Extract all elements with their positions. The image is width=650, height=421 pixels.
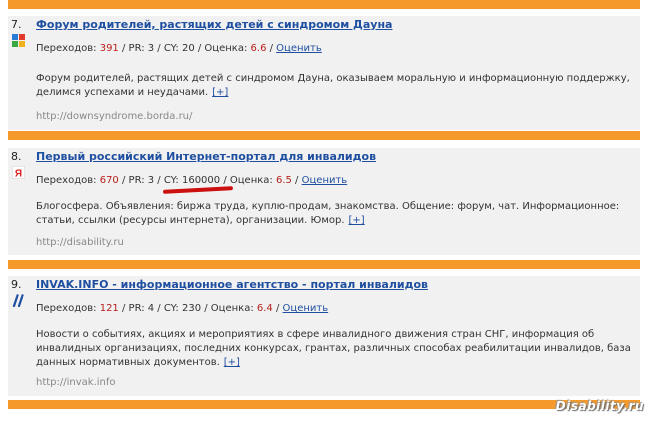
item-meta: Переходов: 670 / PR: 3 / CY: 160000 / Оц… [36,175,348,186]
site-watermark: Disability.ru [555,399,644,413]
description-text: Новости о событиях, акциях и мероприятия… [36,329,631,368]
visits-count: 121 [99,303,119,314]
yandex-icon: Я [11,165,26,180]
rate-link[interactable]: Оценить [283,303,329,314]
visits-label: Переходов: [36,175,97,186]
pr-cy-text: / PR: 4 / CY: 230 / Оценка: [121,303,254,314]
rating-value: 6.5 [275,175,292,186]
visits-count: 391 [99,43,119,54]
colorful-grid-icon [12,34,25,47]
description-text: Блогосфера. Объявления: биржа труда, куп… [36,201,620,226]
separator-bar [8,400,640,409]
pr-cy-text: / PR: 3 / CY: 160000 / Оценка: [121,175,273,186]
item-number: 8. [11,150,22,163]
invak-logo-icon [12,294,25,308]
list-item: 8. Я Первый российский Интернет-портал д… [8,148,640,255]
item-title-link[interactable]: Форум родителей, растящих детей с синдро… [36,18,392,31]
list-item: 9. INVAK.INFO - информационное агентство… [8,276,640,396]
rate-link[interactable]: Оценить [302,175,348,186]
description-text: Форум родителей, растящих детей с синдро… [36,73,630,98]
rating-value: 6.4 [256,303,273,314]
item-title-link[interactable]: Первый российский Интернет-портал для ин… [36,150,376,163]
separator-bar [8,0,640,9]
item-url: http://disability.ru [36,237,124,248]
item-description: Новости о событиях, акциях и мероприятия… [36,328,636,370]
list-item: 7. Форум родителей, растящих детей с син… [8,16,640,130]
separator-bar [8,260,640,269]
item-description: Блогосфера. Объявления: биржа труда, куп… [36,200,636,228]
pr-cy-text: / PR: 3 / CY: 20 / Оценка: [121,43,248,54]
item-number: 9. [11,278,22,291]
more-link[interactable]: [+] [212,87,228,98]
more-link[interactable]: [+] [224,357,240,368]
item-url: http://downsyndrome.borda.ru/ [36,111,193,122]
item-meta: Переходов: 391 / PR: 3 / CY: 20 / Оценка… [36,43,322,54]
item-description: Форум родителей, растящих детей с синдро… [36,72,636,100]
rate-link[interactable]: Оценить [276,43,322,54]
item-meta: Переходов: 121 / PR: 4 / CY: 230 / Оценк… [36,303,329,314]
visits-count: 670 [99,175,119,186]
rating-value: 6.6 [250,43,267,54]
item-title-link[interactable]: INVAK.INFO - информационное агентство - … [36,278,428,291]
visits-label: Переходов: [36,303,97,314]
svg-text:Я: Я [15,169,22,180]
item-url: http://invak.info [36,377,116,388]
separator-bar [8,131,640,140]
visits-label: Переходов: [36,43,97,54]
more-link[interactable]: [+] [349,215,365,226]
item-number: 7. [11,18,22,31]
